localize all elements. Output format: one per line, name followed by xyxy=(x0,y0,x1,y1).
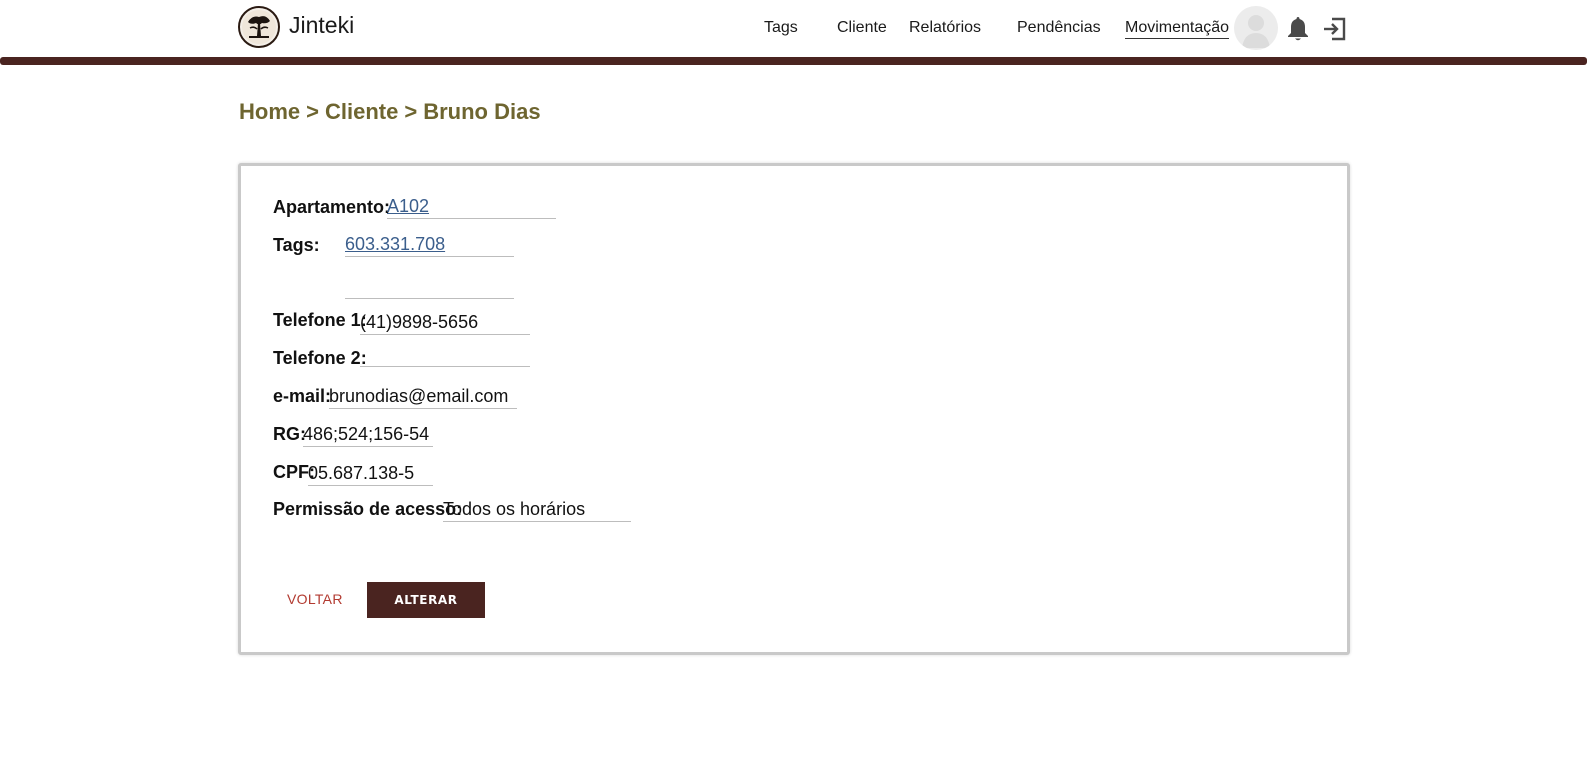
breadcrumb-separator: > xyxy=(404,99,418,124)
tag-value[interactable]: 603.331.708 xyxy=(345,233,514,257)
telefone2-value[interactable] xyxy=(360,343,530,367)
user-silhouette-icon xyxy=(1242,15,1270,48)
breadcrumb-home[interactable]: Home xyxy=(239,99,300,124)
tree-logo-icon[interactable] xyxy=(238,6,280,48)
tags-label: Tags: xyxy=(273,235,320,255)
bell-icon[interactable] xyxy=(1285,15,1311,43)
tag-value-empty[interactable] xyxy=(345,275,514,299)
header-divider-bar xyxy=(0,57,1587,65)
voltar-button[interactable]: VOLTAR xyxy=(287,591,343,607)
telefone1-value[interactable]: (41)9898-5656 xyxy=(360,311,530,335)
nav-relatorios[interactable]: Relatórios xyxy=(909,19,981,37)
top-header: Jinteki Tags Cliente Relatórios Pendênci… xyxy=(0,0,1587,58)
telefone2-label: Telefone 2: xyxy=(273,348,367,368)
apartamento-label: Apartamento: xyxy=(273,197,391,217)
breadcrumb: Home > Cliente > Bruno Dias xyxy=(239,99,541,125)
nav-pendencias[interactable]: Pendências xyxy=(1017,19,1101,37)
logout-icon[interactable] xyxy=(1321,15,1349,43)
avatar[interactable] xyxy=(1234,6,1278,50)
cpf-value[interactable]: 05.687.138-5 xyxy=(308,462,433,486)
email-label: e-mail: xyxy=(273,386,332,406)
permissao-value[interactable]: Todos os horários xyxy=(443,498,631,522)
app-title: Jinteki xyxy=(289,12,355,38)
apartamento-value[interactable]: A102 xyxy=(387,195,556,219)
nav-tags[interactable]: Tags xyxy=(764,19,798,37)
breadcrumb-cliente[interactable]: Cliente xyxy=(325,99,398,124)
telefone1-label: Telefone 1: xyxy=(273,310,367,330)
nav-movimentacao[interactable]: Movimentação xyxy=(1125,19,1230,39)
rg-label: RG: xyxy=(273,424,306,444)
alterar-button[interactable]: ALTERAR xyxy=(367,582,485,618)
breadcrumb-separator: > xyxy=(306,99,319,124)
email-value[interactable]: brunodias@email.com xyxy=(329,385,517,409)
nav-cliente[interactable]: Cliente xyxy=(837,19,887,37)
breadcrumb-current: Bruno Dias xyxy=(423,99,541,124)
client-detail-card: Apartamento: A102 Tags: 603.331.708 Tele… xyxy=(238,163,1350,655)
rg-value[interactable]: 486;524;156-54 xyxy=(303,423,433,447)
permissao-label: Permissão de acesso: xyxy=(273,499,463,519)
